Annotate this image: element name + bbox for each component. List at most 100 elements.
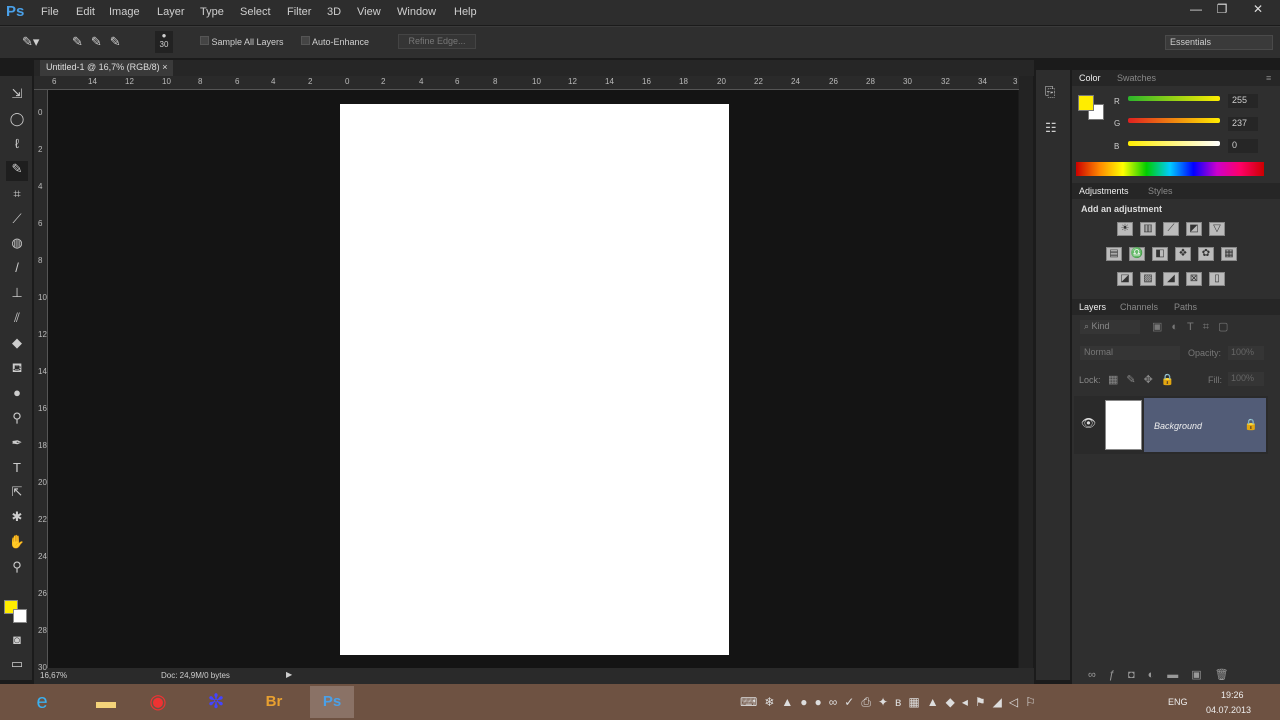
history-brush-tool-icon[interactable]: ⫽ xyxy=(6,310,28,330)
zoom-level[interactable]: 16,67% xyxy=(40,671,67,680)
visibility-eye-icon[interactable]: 👁 xyxy=(1081,416,1096,430)
panel-menu-icon[interactable]: ≡ xyxy=(1266,73,1271,83)
status-menu-arrow-icon[interactable]: ▶ xyxy=(286,670,292,679)
menu-help[interactable]: Help xyxy=(454,6,477,18)
close-button[interactable]: ✕ xyxy=(1244,0,1272,18)
path-selection-tool-icon[interactable]: ⇱ xyxy=(6,484,28,504)
tab-styles[interactable]: Styles xyxy=(1148,186,1173,196)
layer-row[interactable]: 👁 Background 🔒 xyxy=(1074,396,1268,454)
red-value[interactable]: 255 xyxy=(1228,94,1258,108)
layer-filter-icons[interactable]: ▣◐T⌗▢ xyxy=(1152,320,1237,334)
file-explorer-icon[interactable]: ▬ xyxy=(84,686,128,718)
workspace-select[interactable]: Essentials xyxy=(1165,35,1273,50)
black-white-adjustment-icon[interactable]: ◧ xyxy=(1152,247,1168,261)
green-slider[interactable] xyxy=(1128,118,1220,123)
blur-tool-icon[interactable]: ● xyxy=(6,385,28,405)
brush-tool-icon[interactable]: / xyxy=(6,260,28,280)
exposure-adjustment-icon[interactable]: ◩ xyxy=(1186,222,1202,236)
layer-kind-filter[interactable]: ⌕ Kind xyxy=(1080,320,1140,334)
curves-adjustment-icon[interactable]: ⟋ xyxy=(1163,222,1179,236)
brush-size-picker[interactable]: ● 30 xyxy=(155,31,173,53)
fill-input[interactable]: 100% xyxy=(1228,372,1264,386)
red-slider[interactable] xyxy=(1128,96,1220,101)
selective-color-adjustment-icon[interactable]: ⊠ xyxy=(1186,272,1202,286)
quick-selection-preset-icon[interactable]: ✎▾ xyxy=(22,34,39,50)
tab-channels[interactable]: Channels xyxy=(1120,302,1158,312)
photo-filter-adjustment-icon[interactable]: ❖ xyxy=(1175,247,1191,261)
crop-tool-icon[interactable]: ⌗ xyxy=(6,186,28,206)
elliptical-marquee-tool-icon[interactable]: ◯ xyxy=(6,111,28,131)
screen-mode-icon[interactable]: ▭ xyxy=(6,656,28,676)
zoom-tool-icon[interactable]: ⚲ xyxy=(6,559,28,579)
tab-paths[interactable]: Paths xyxy=(1174,302,1197,312)
tab-swatches[interactable]: Swatches xyxy=(1117,73,1156,83)
levels-adjustment-icon[interactable]: ▥ xyxy=(1140,222,1156,236)
dodge-tool-icon[interactable]: ⚲ xyxy=(6,410,28,430)
minimize-button[interactable]: — xyxy=(1182,0,1210,18)
layer-name[interactable]: Background xyxy=(1154,421,1202,431)
menu-select[interactable]: Select xyxy=(240,6,271,18)
document-tab[interactable]: Untitled-1 @ 16,7% (RGB/8) × xyxy=(40,60,174,76)
selection-mode-icons[interactable]: ✎✎✎ xyxy=(72,34,129,50)
custom-shape-tool-icon[interactable]: ✱ xyxy=(6,509,28,529)
menu-window[interactable]: Window xyxy=(397,6,436,18)
brightness-adjustment-icon[interactable]: ☀ xyxy=(1117,222,1133,236)
invert-adjustment-icon[interactable]: ◪ xyxy=(1117,272,1133,286)
threshold-adjustment-icon[interactable]: ◢ xyxy=(1163,272,1179,286)
sample-all-layers-checkbox[interactable]: Sample All Layers xyxy=(200,36,284,47)
quick-mask-icon[interactable]: ◙ xyxy=(6,632,28,652)
opacity-input[interactable]: 100% xyxy=(1228,346,1264,360)
properties-icon[interactable]: ☷ xyxy=(1045,120,1057,136)
vibrance-adjustment-icon[interactable]: ▽ xyxy=(1209,222,1225,236)
vertical-scrollbar[interactable] xyxy=(1019,76,1033,668)
auto-enhance-checkbox[interactable]: Auto-Enhance xyxy=(301,36,369,47)
bridge-icon[interactable]: Br xyxy=(252,686,296,718)
hue-saturation-adjustment-icon[interactable]: ▤ xyxy=(1106,247,1122,261)
clock-date[interactable]: 04.07.2013 xyxy=(1206,705,1251,715)
close-tab-icon[interactable]: × xyxy=(162,62,167,72)
eraser-tool-icon[interactable]: ◆ xyxy=(6,335,28,355)
tab-layers[interactable]: Layers xyxy=(1079,302,1106,312)
menu-image[interactable]: Image xyxy=(109,6,140,18)
lasso-tool-icon[interactable]: ℓ xyxy=(6,136,28,156)
hand-tool-icon[interactable]: ✋ xyxy=(6,534,28,554)
menu-layer[interactable]: Layer xyxy=(157,6,185,18)
menu-file[interactable]: File xyxy=(41,6,59,18)
layers-footer-icons[interactable]: ∞ƒ◘◐▬▣🗑 xyxy=(1088,668,1242,681)
background-color-swatch[interactable] xyxy=(13,609,27,623)
green-value[interactable]: 237 xyxy=(1228,117,1258,131)
clock-time[interactable]: 19:26 xyxy=(1221,690,1244,700)
eyedropper-tool-icon[interactable]: ⟋ xyxy=(6,211,28,231)
blue-slider[interactable] xyxy=(1128,141,1220,146)
pen-tool-icon[interactable]: ✒ xyxy=(6,435,28,455)
clone-stamp-tool-icon[interactable]: ⊥ xyxy=(6,285,28,305)
tab-adjustments[interactable]: Adjustments xyxy=(1079,186,1129,196)
color-spectrum[interactable] xyxy=(1076,162,1264,176)
blue-value[interactable]: 0 xyxy=(1228,139,1258,153)
menu-edit[interactable]: Edit xyxy=(76,6,95,18)
system-tray-icons[interactable]: ⌨❄▲●●∞✓⎙✦ʙ▦▲◆◂⚑◢◁⚐ xyxy=(740,695,1043,710)
history-icon[interactable]: ⎘ xyxy=(1045,84,1055,100)
color-lookup-adjustment-icon[interactable]: ▦ xyxy=(1221,247,1237,261)
color-foreground-swatch[interactable] xyxy=(1078,95,1094,111)
menu-view[interactable]: View xyxy=(357,6,381,18)
restore-button[interactable]: ❐ xyxy=(1208,0,1236,18)
menu-filter[interactable]: Filter xyxy=(287,6,311,18)
tab-color[interactable]: Color xyxy=(1079,73,1101,83)
menu-type[interactable]: Type xyxy=(200,6,224,18)
paint-bucket-tool-icon[interactable]: ⛾ xyxy=(6,360,28,380)
internet-explorer-icon[interactable]: e xyxy=(20,686,64,718)
app-icon[interactable]: ✼ xyxy=(194,686,238,718)
refine-edge-button[interactable]: Refine Edge... xyxy=(398,34,476,49)
posterize-adjustment-icon[interactable]: ▨ xyxy=(1140,272,1156,286)
spot-healing-tool-icon[interactable]: ◍ xyxy=(6,235,28,255)
blend-mode-select[interactable]: Normal xyxy=(1080,346,1180,360)
quick-selection-tool-icon[interactable]: ✎ xyxy=(6,160,28,181)
document-canvas[interactable] xyxy=(340,104,729,655)
photoshop-taskbar-icon[interactable]: Ps xyxy=(310,686,354,718)
color-balance-adjustment-icon[interactable]: ♎ xyxy=(1129,247,1145,261)
menu-3d[interactable]: 3D xyxy=(327,6,341,18)
channel-mixer-adjustment-icon[interactable]: ✿ xyxy=(1198,247,1214,261)
type-tool-icon[interactable]: T xyxy=(6,460,28,480)
lock-icons[interactable]: ▦✎✥🔒 xyxy=(1108,373,1183,386)
